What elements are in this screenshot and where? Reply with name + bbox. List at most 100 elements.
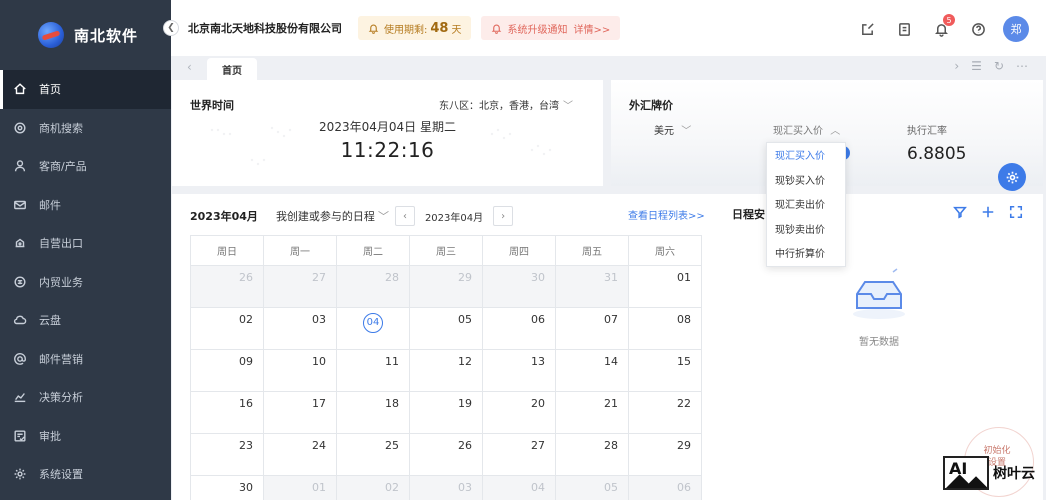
tab-scroll-right-icon[interactable]: › <box>954 59 959 73</box>
calendar-grid: 周日 周一 周二 周三 周四 周五 周六 26 27 28 29 30 31 01 02 03 04 05 06 07… <box>190 235 702 500</box>
calendar-day[interactable]: 21 <box>556 392 629 434</box>
calendar-day[interactable]: 03 <box>264 308 337 350</box>
sidebar-item-search[interactable]: 商机搜索 <box>0 109 171 148</box>
rate-type-option[interactable]: 现钞卖出价 <box>767 219 845 244</box>
calendar-day[interactable]: 07 <box>556 308 629 350</box>
day-number: 31 <box>604 271 618 284</box>
tab-tools: › ☰ ↻ ⋯ <box>942 59 1028 73</box>
sidebar-item-at[interactable]: 邮件营销 <box>0 340 171 379</box>
sidebar-item-cloud[interactable]: 云盘 <box>0 301 171 340</box>
calendar-day[interactable]: 26 <box>191 266 264 308</box>
edit-icon[interactable] <box>859 21 875 37</box>
calendar-day[interactable]: 10 <box>264 350 337 392</box>
sidebar-item-gear[interactable]: 系统设置 <box>0 455 171 494</box>
calendar-day[interactable]: 16 <box>191 392 264 434</box>
calendar-day[interactable]: 08 <box>629 308 702 350</box>
day-number: 02 <box>239 313 253 326</box>
calendar-day[interactable]: 27 <box>264 266 337 308</box>
sidebar-item-chart[interactable]: 决策分析 <box>0 378 171 417</box>
calendar-day[interactable]: 27 <box>483 434 556 476</box>
more-icon[interactable]: ⋯ <box>1016 59 1028 73</box>
calendar-day-today[interactable]: 04 <box>337 308 410 350</box>
schedule-filter-value: 我创建或参与的日程 <box>275 210 375 223</box>
upgrade-notice[interactable]: 系统升级通知 详情>> <box>481 16 621 40</box>
calendar-day[interactable]: 05 <box>556 476 629 500</box>
user-avatar[interactable]: 郑 <box>1003 16 1029 42</box>
calendar-day[interactable]: 26 <box>410 434 483 476</box>
cloud-icon <box>13 313 27 327</box>
calendar-day[interactable]: 22 <box>629 392 702 434</box>
calendar-day[interactable]: 23 <box>191 434 264 476</box>
expand-icon[interactable] <box>1008 204 1024 220</box>
calendar-day[interactable]: 31 <box>556 266 629 308</box>
rate-type-option[interactable]: 现汇买入价 <box>767 145 845 170</box>
rate-type-option[interactable]: 现钞买入价 <box>767 170 845 195</box>
calendar-day[interactable]: 01 <box>629 266 702 308</box>
tab-home[interactable]: 首页 <box>207 58 257 80</box>
calendar-day[interactable]: 03 <box>410 476 483 500</box>
calendar-day[interactable]: 04 <box>483 476 556 500</box>
calendar-day[interactable]: 06 <box>483 308 556 350</box>
calendar-day[interactable]: 24 <box>264 434 337 476</box>
calendar-day[interactable]: 13 <box>483 350 556 392</box>
next-month-button[interactable]: › <box>493 206 514 226</box>
bell-icon <box>368 24 379 34</box>
calendar-day[interactable]: 14 <box>556 350 629 392</box>
app-logo[interactable]: 南北软件 <box>0 0 171 70</box>
rate-type-select[interactable]: 现汇买入价 ︿ <box>773 122 840 137</box>
calendar-day[interactable]: 02 <box>191 308 264 350</box>
calendar-day[interactable]: 18 <box>337 392 410 434</box>
day-number: 07 <box>604 313 618 326</box>
rate-type-option[interactable]: 现汇卖出价 <box>767 194 845 219</box>
prev-month-button[interactable]: ‹ <box>394 206 415 226</box>
document-icon[interactable] <box>896 21 912 37</box>
sidebar-item-trade[interactable]: 内贸业务 <box>0 263 171 302</box>
notification-bell-icon[interactable]: 5 <box>933 14 955 37</box>
calendar-day[interactable]: 29 <box>629 434 702 476</box>
upgrade-detail-link[interactable]: 详情>> <box>573 21 610 36</box>
currency-select[interactable]: 美元 ﹀ <box>654 122 691 137</box>
calendar-day[interactable]: 30 <box>483 266 556 308</box>
sidebar-item-export[interactable]: 自营出口 <box>0 224 171 263</box>
calendar-day[interactable]: 20 <box>483 392 556 434</box>
sidebar-item-label: 系统设置 <box>39 468 83 482</box>
calendar-day[interactable]: 28 <box>337 266 410 308</box>
view-schedule-list-link[interactable]: 查看日程列表>> <box>628 207 705 222</box>
schedule-filter-select[interactable]: 我创建或参与的日程 ﹀ <box>276 208 389 224</box>
calendar-day[interactable]: 25 <box>337 434 410 476</box>
sidebar-item-approval[interactable]: 审批 <box>0 417 171 456</box>
calendar-day[interactable]: 17 <box>264 392 337 434</box>
timezone-select[interactable]: 东八区：北京，香港，台湾 ﹀ <box>439 97 573 112</box>
bell-icon <box>492 24 502 34</box>
calendar-day[interactable]: 01 <box>264 476 337 500</box>
schedule-title: 日程安 <box>732 208 765 221</box>
rate-type-option[interactable]: 中行折算价 <box>767 243 845 268</box>
calendar-day[interactable]: 09 <box>191 350 264 392</box>
calendar-day[interactable]: 29 <box>410 266 483 308</box>
calendar-day[interactable]: 02 <box>337 476 410 500</box>
calendar-day[interactable]: 30 <box>191 476 264 500</box>
logo-icon <box>38 22 64 48</box>
calendar-day[interactable]: 06 <box>629 476 702 500</box>
tab-scroll-left-icon[interactable]: ‹ <box>187 60 192 74</box>
calendar-day[interactable]: 28 <box>556 434 629 476</box>
weekday-header: 周三 <box>410 236 483 266</box>
refresh-icon[interactable]: ↻ <box>994 59 1004 73</box>
calendar-day[interactable]: 19 <box>410 392 483 434</box>
sidebar-item-home[interactable]: 首页 <box>0 70 171 109</box>
filter-icon[interactable] <box>952 204 968 220</box>
tab-list-icon[interactable]: ☰ <box>971 59 982 73</box>
day-number: 04 <box>363 313 383 333</box>
day-number: 01 <box>312 481 326 494</box>
help-icon[interactable] <box>970 21 986 37</box>
day-number: 29 <box>677 439 691 452</box>
calendar-day[interactable]: 11 <box>337 350 410 392</box>
add-icon[interactable] <box>980 204 996 220</box>
collapse-sidebar-button[interactable]: ❮ <box>163 20 179 36</box>
quick-settings-button[interactable] <box>998 163 1026 191</box>
calendar-day[interactable]: 15 <box>629 350 702 392</box>
calendar-day[interactable]: 12 <box>410 350 483 392</box>
sidebar-item-mail[interactable]: 邮件 <box>0 186 171 225</box>
sidebar-item-user[interactable]: 客商/产品 <box>0 147 171 186</box>
calendar-day[interactable]: 05 <box>410 308 483 350</box>
